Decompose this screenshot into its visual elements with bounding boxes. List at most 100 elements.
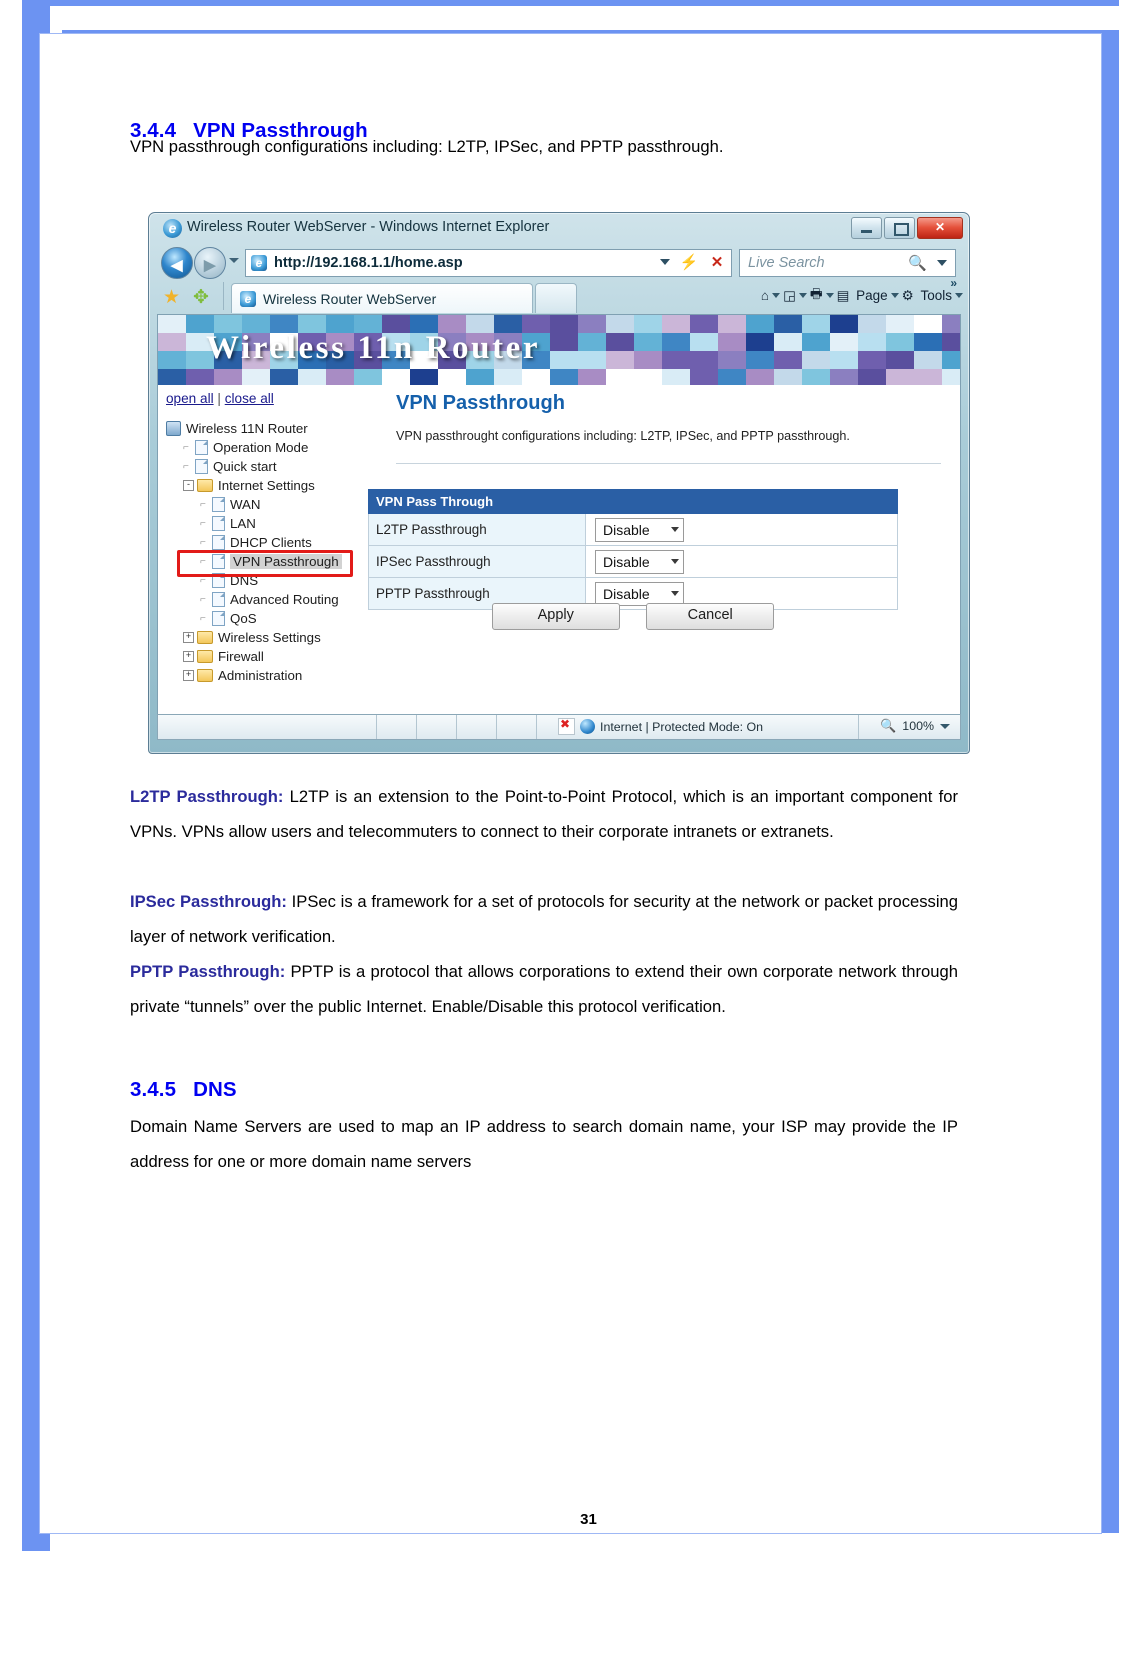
- folder-icon: [197, 650, 213, 663]
- tree-item-administration[interactable]: + Administration: [164, 666, 363, 685]
- tree-item-quick-start[interactable]: ⌐ Quick start: [164, 457, 363, 476]
- table-row: L2TP Passthrough Disable: [368, 513, 898, 546]
- security-zone-text: Internet | Protected Mode: On: [600, 719, 764, 734]
- l2tp-passthrough-select[interactable]: Disable: [595, 517, 684, 542]
- history-dropdown-icon[interactable]: [229, 258, 239, 263]
- computer-icon: [166, 421, 181, 436]
- tree-item-dns[interactable]: ⌐ DNS: [164, 571, 363, 590]
- address-bar[interactable]: e http://192.168.1.1/home.asp: [245, 249, 677, 277]
- chevron-down-icon: [671, 559, 679, 564]
- page-menu-button[interactable]: ▤ Page: [837, 288, 899, 304]
- form-actions: Apply Cancel: [368, 603, 898, 630]
- tree-expander[interactable]: +: [183, 670, 194, 681]
- tree-item-label: Operation Mode: [213, 440, 309, 455]
- tree-item-label: Administration: [218, 668, 303, 683]
- tree-item-operation-mode[interactable]: ⌐ Operation Mode: [164, 438, 363, 457]
- feeds-icon[interactable]: ◲: [783, 288, 807, 304]
- frame-gap-top: [50, 6, 1141, 30]
- router-banner-title: Wireless 11n Router: [206, 330, 541, 366]
- tree-item-lan[interactable]: ⌐ LAN: [164, 514, 363, 533]
- page-icon: [212, 516, 225, 531]
- page-favicon: e: [251, 255, 267, 271]
- security-zone-status[interactable]: Internet | Protected Mode: On: [558, 717, 764, 735]
- paragraph-ipsec: IPSec Passthrough: IPSec is a framework …: [130, 884, 958, 954]
- page-icon: [212, 554, 225, 569]
- maximize-button[interactable]: [884, 217, 915, 239]
- table-row: IPSec Passthrough Disable: [368, 545, 898, 578]
- tree-item-wan[interactable]: ⌐ WAN: [164, 495, 363, 514]
- minimize-button[interactable]: [851, 217, 882, 239]
- tree-expander[interactable]: +: [183, 632, 194, 643]
- tab-wireless-router-webserver[interactable]: e Wireless Router WebServer: [231, 283, 533, 313]
- status-divider: [858, 715, 859, 739]
- folder-icon: [197, 669, 213, 682]
- error-icon[interactable]: [558, 717, 575, 735]
- search-provider-dropdown-icon[interactable]: [937, 260, 947, 266]
- page-icon: [212, 573, 225, 588]
- search-input[interactable]: Live Search 🔍: [739, 249, 956, 277]
- tree-expander[interactable]: -: [183, 480, 194, 491]
- paragraph-label-l2tp: L2TP Passthrough:: [130, 786, 284, 806]
- stop-icon[interactable]: ✕: [703, 249, 732, 277]
- command-bar-overflow-icon[interactable]: »: [950, 276, 957, 290]
- tree-item-wireless-settings[interactable]: + Wireless Settings: [164, 628, 363, 647]
- favorites-star-icon[interactable]: ★: [163, 286, 180, 309]
- browser-window-title: Wireless Router WebServer - Windows Inte…: [187, 219, 550, 235]
- status-divider: [496, 715, 497, 739]
- zoom-level-label: 100%: [902, 719, 934, 733]
- print-icon[interactable]: 🖶: [810, 284, 834, 307]
- browser-window-screenshot: e Wireless Router WebServer - Windows In…: [148, 212, 970, 754]
- tree-item-label: Firewall: [218, 649, 264, 664]
- zoom-control[interactable]: 🔍 100%: [880, 718, 950, 734]
- browser-title-bar: e Wireless Router WebServer - Windows In…: [149, 213, 969, 244]
- tree-item-label: Internet Settings: [218, 478, 315, 493]
- section-number-dns: 3.4.5: [130, 1078, 177, 1101]
- search-icon[interactable]: 🔍: [908, 254, 927, 272]
- router-main-panel: VPN Passthrough VPN passthrought configu…: [363, 385, 960, 714]
- close-button[interactable]: ✕: [917, 217, 963, 239]
- section-intro-text: VPN passthrough configurations including…: [130, 137, 724, 156]
- tree-item-dhcp-clients[interactable]: ⌐ DHCP Clients: [164, 533, 363, 552]
- tree-item-advanced-routing[interactable]: ⌐ Advanced Routing: [164, 590, 363, 609]
- paragraph-label-pptp: PPTP Passthrough:: [130, 961, 286, 981]
- cancel-button[interactable]: Cancel: [646, 603, 775, 630]
- row-value-ipsec-cell: Disable: [585, 545, 898, 578]
- tree-expander[interactable]: +: [183, 651, 194, 662]
- new-tab-button[interactable]: [535, 283, 577, 313]
- tree-item-label: VPN Passthrough: [230, 554, 342, 569]
- table-header-label: VPN Pass Through: [368, 489, 898, 514]
- tree-item-qos[interactable]: ⌐ QoS: [164, 609, 363, 628]
- window-controls: ✕: [851, 217, 963, 239]
- address-dropdown-icon[interactable]: [660, 259, 670, 265]
- forward-button[interactable]: ▶: [194, 247, 226, 279]
- document-content: 3.4.4 VPN Passthrough VPN passthrough con…: [40, 34, 1137, 1585]
- tree-item-vpn-passthrough[interactable]: ⌐ VPN Passthrough: [164, 552, 363, 571]
- internet-zone-icon: [580, 719, 595, 734]
- tab-label: Wireless Router WebServer: [263, 290, 437, 307]
- internet-explorer-icon: e: [163, 219, 182, 238]
- refresh-icon[interactable]: ⚡: [675, 249, 704, 277]
- tab-favicon: e: [240, 290, 256, 307]
- apply-button[interactable]: Apply: [491, 603, 620, 630]
- tools-menu-label: Tools: [920, 288, 952, 303]
- tree-item-label: Wireless 11N Router: [186, 421, 308, 436]
- tree-item-label: Quick start: [213, 459, 277, 474]
- back-button[interactable]: ◀: [161, 247, 193, 279]
- tree-item-wireless-11n-router[interactable]: Wireless 11N Router: [164, 419, 363, 438]
- table-header-row: VPN Pass Through: [368, 489, 898, 514]
- close-all-link[interactable]: close all: [225, 391, 274, 406]
- tree-item-firewall[interactable]: + Firewall: [164, 647, 363, 666]
- open-all-link[interactable]: open all: [166, 391, 214, 406]
- chevron-down-icon: [671, 527, 679, 532]
- tree-item-label: DHCP Clients: [230, 535, 312, 550]
- ipsec-passthrough-select[interactable]: Disable: [595, 549, 684, 574]
- chevron-down-icon[interactable]: [940, 723, 950, 729]
- status-divider: [376, 715, 377, 739]
- pptp-passthrough-select[interactable]: Disable: [595, 581, 684, 606]
- magnifier-icon: 🔍: [880, 718, 897, 733]
- add-to-favorites-icon[interactable]: ✥: [193, 286, 209, 309]
- router-sidebar: open all | close all Wireless 11N Router…: [158, 385, 363, 714]
- tree-item-internet-settings[interactable]: - Internet Settings: [164, 476, 363, 495]
- home-icon[interactable]: ⌂: [761, 288, 781, 303]
- tree-item-label: QoS: [230, 611, 257, 626]
